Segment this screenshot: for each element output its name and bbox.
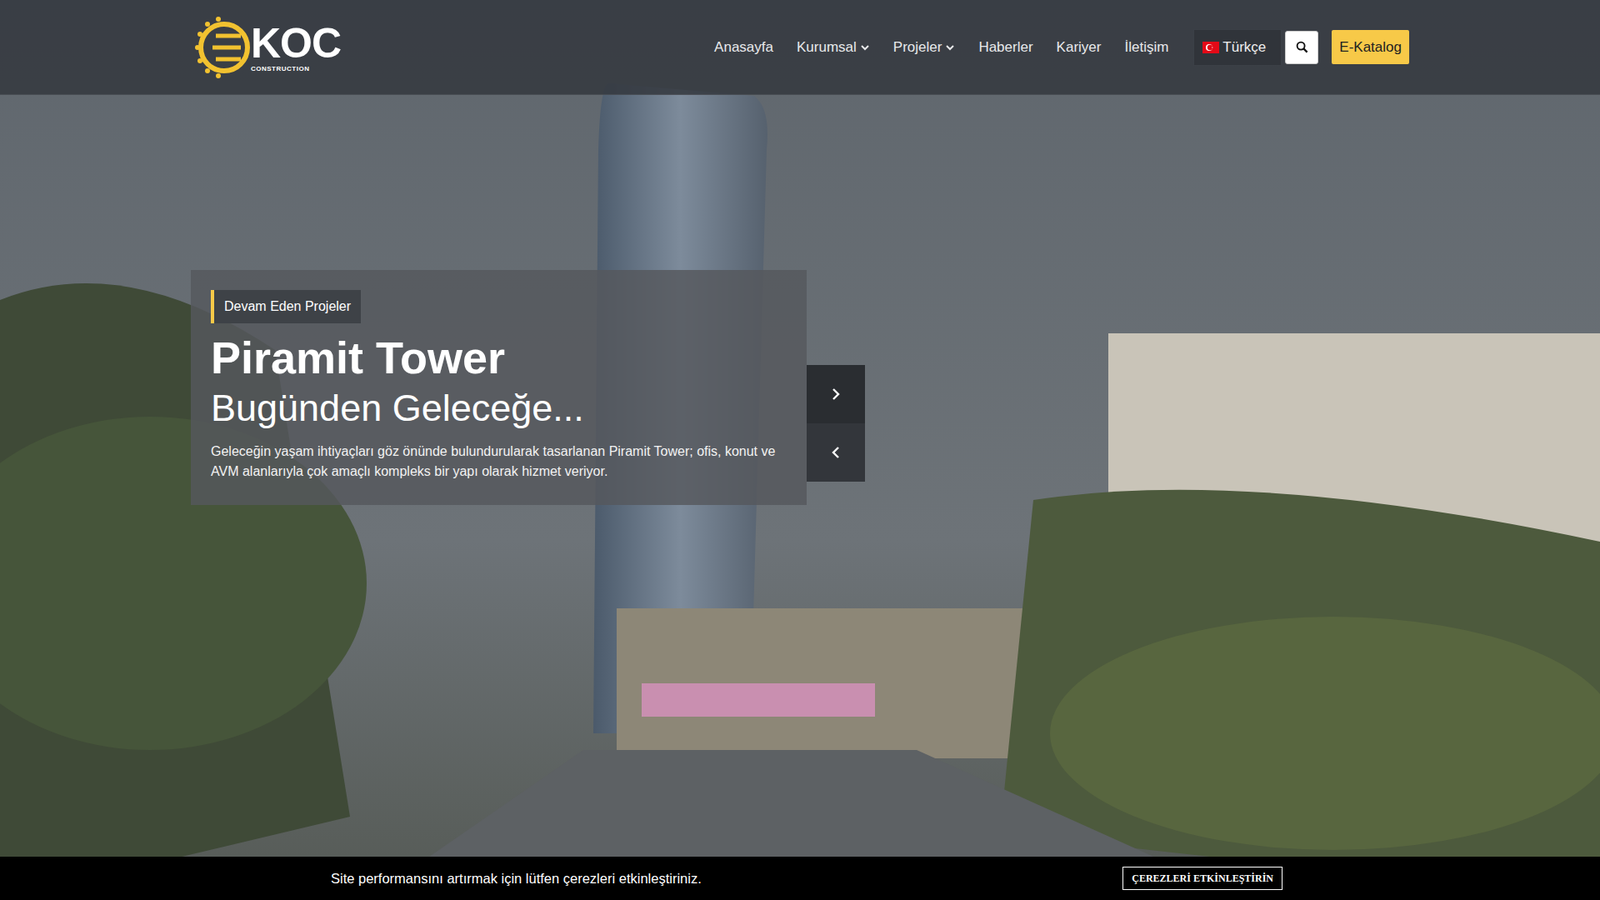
logo-text: KOC <box>250 22 341 65</box>
search-button[interactable] <box>1285 30 1319 65</box>
chevron-down-icon <box>860 42 870 53</box>
nav-label: Kariyer <box>1056 36 1102 59</box>
globe-logo-icon <box>190 14 251 81</box>
nav-item[interactable]: Kariyer <box>1045 30 1114 65</box>
catalog-button[interactable]: E-Katalog <box>1331 30 1410 65</box>
site-header: KOCCONSTRUCTION Anasayfa Kurumsal Projeler H… <box>0 0 1600 95</box>
logo-subtext: CONSTRUCTION <box>250 65 341 73</box>
nav-label: İletişim <box>1124 36 1169 59</box>
nav-label: Kurumsal <box>796 36 857 59</box>
chevron-left-icon <box>830 445 842 460</box>
chevron-down-icon <box>945 42 955 53</box>
nav-label: Anasayfa <box>714 36 774 59</box>
nav-label: Haberler <box>978 36 1033 59</box>
slide-title: Piramit Tower <box>210 331 787 384</box>
language-label: Türkçe <box>1222 36 1266 59</box>
main-nav: Anasayfa Kurumsal Projeler Haberler Kariyer İ… <box>702 29 1410 66</box>
nav-label: Projeler <box>893 36 943 59</box>
nav-item[interactable]: Kurumsal <box>785 30 882 65</box>
hero: Devam Eden Projeler Piramit TowerBugünden… <box>0 95 1600 900</box>
category-badge: Devam Eden Projeler <box>210 290 361 324</box>
slide-subtitle: Bugünden Geleceğe... <box>210 386 787 430</box>
search-icon <box>1295 40 1309 54</box>
chevron-right-icon <box>830 387 842 401</box>
slide-description: Geleceğin yaşam ihtiyaçları göz önünde b… <box>210 441 787 482</box>
nav-item[interactable]: İletişim <box>1112 30 1180 65</box>
turkish-flag-icon <box>1202 41 1220 54</box>
next-button[interactable] <box>806 365 865 424</box>
cookie-bar: Site performansını artırmak için lütfen … <box>0 856 1600 900</box>
prev-button[interactable] <box>806 423 865 482</box>
nav-item[interactable]: Haberler <box>966 30 1045 65</box>
slider-controls <box>806 365 865 482</box>
cookie-message: Site performansını artırmak için lütfen … <box>330 868 702 890</box>
nav-item[interactable]: Projeler <box>881 30 968 65</box>
language-select[interactable]: Türkçe <box>1193 29 1282 66</box>
logo[interactable]: KOCCONSTRUCTION <box>190 14 341 81</box>
cookie-accept-button[interactable]: ÇEREZLERİ ETKİNLEŞTİRİN <box>1122 866 1283 890</box>
nav-item[interactable]: Anasayfa <box>702 30 785 65</box>
slide-caption: Devam Eden Projeler Piramit TowerBugünden… <box>190 270 807 505</box>
